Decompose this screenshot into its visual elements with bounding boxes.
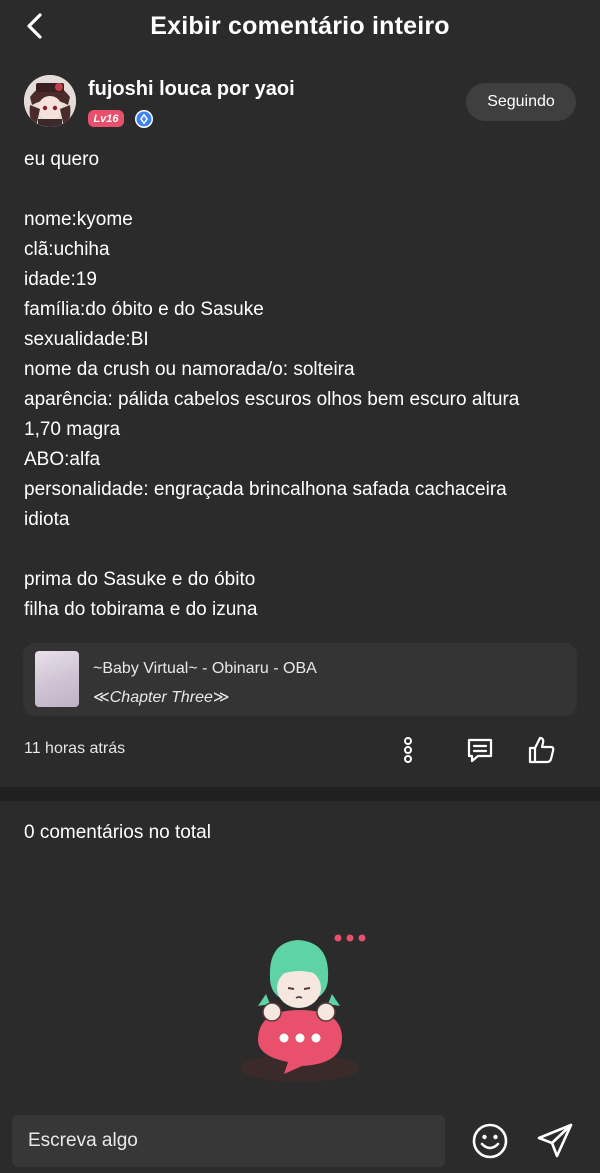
comment-line [24,175,576,205]
comment-composer [0,1103,600,1173]
comment-line: clã:uchiha [24,239,110,260]
like-thumb-icon[interactable] [526,734,558,766]
comment-line: idade:19 [24,269,97,290]
more-vertical-icon[interactable] [392,734,424,766]
comment-line: nome:kyome [24,209,133,230]
comment-line: ABO:alfa [24,449,101,470]
story-title: ~Baby Virtual~ - Obinaru - OBA [93,660,317,677]
comment-timestamp: 11 horas atrás [24,740,126,757]
comment-author: fujoshi louca por yaoi Lv16 Seguindo [24,75,576,131]
following-button[interactable]: Seguindo [466,83,576,121]
comment-line: eu quero [24,149,100,170]
comment-line: nome da crush ou namorada/o: solteira [24,359,355,380]
story-cover-thumbnail [35,651,79,707]
linked-story-card[interactable]: ~Baby Virtual~ - Obinaru - OBA ≪Chapter … [23,643,577,716]
send-icon[interactable] [536,1122,574,1160]
comment-line: família:do óbito e do Sasuke [24,299,264,320]
comment-line: prima do Sasuke e do óbito [24,569,256,590]
emoji-smile-icon[interactable] [471,1122,509,1160]
comment-line: personalidade: engraçada brincalhona saf… [24,479,507,500]
chevron-left-icon[interactable] [20,10,52,42]
comment-input[interactable] [12,1115,445,1167]
comment-line: 1,70 magra [24,419,121,440]
comment-line: filha do tobirama e do izuna [24,599,258,620]
comment-line: sexualidade:BI [24,329,149,350]
comment-line [24,535,576,565]
avatar[interactable] [24,75,76,127]
comment-line: idiota [24,509,70,530]
comments-total: 0 comentários no total [24,822,211,843]
empty-comments-mascot-icon [240,934,366,1082]
top-app-bar: Exibir comentário inteiro [0,0,600,52]
avatar-image [24,75,76,127]
comment-line: aparência: pálida cabelos escuros olhos … [24,389,520,410]
section-divider [0,787,600,801]
story-chapter: ≪Chapter Three≫ [93,689,230,706]
comment-actions: 11 horas atrás [24,730,576,770]
diamond-badge-icon [135,110,153,128]
author-name[interactable]: fujoshi louca por yaoi [88,78,295,101]
level-badge: Lv16 [88,110,124,127]
reply-comment-icon[interactable] [464,734,496,766]
page-title: Exibir comentário inteiro [150,11,450,40]
comment-text: eu quero nome:kyome clã:uchiha idade:19 famí… [24,145,576,625]
